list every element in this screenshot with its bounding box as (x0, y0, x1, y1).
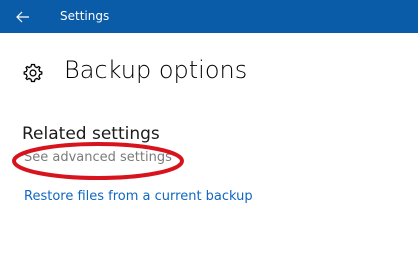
gear-icon (23, 63, 43, 83)
related-settings-heading: Related settings (22, 124, 160, 144)
restore-files-link[interactable]: Restore files from a current backup (24, 189, 253, 204)
app-title: Settings (60, 9, 110, 23)
back-arrow-icon (16, 11, 29, 22)
title-bar: Settings (0, 0, 418, 33)
page-title: Backup options (64, 56, 248, 84)
see-advanced-settings-link[interactable]: See advanced settings (24, 150, 172, 165)
back-button[interactable] (0, 0, 46, 33)
